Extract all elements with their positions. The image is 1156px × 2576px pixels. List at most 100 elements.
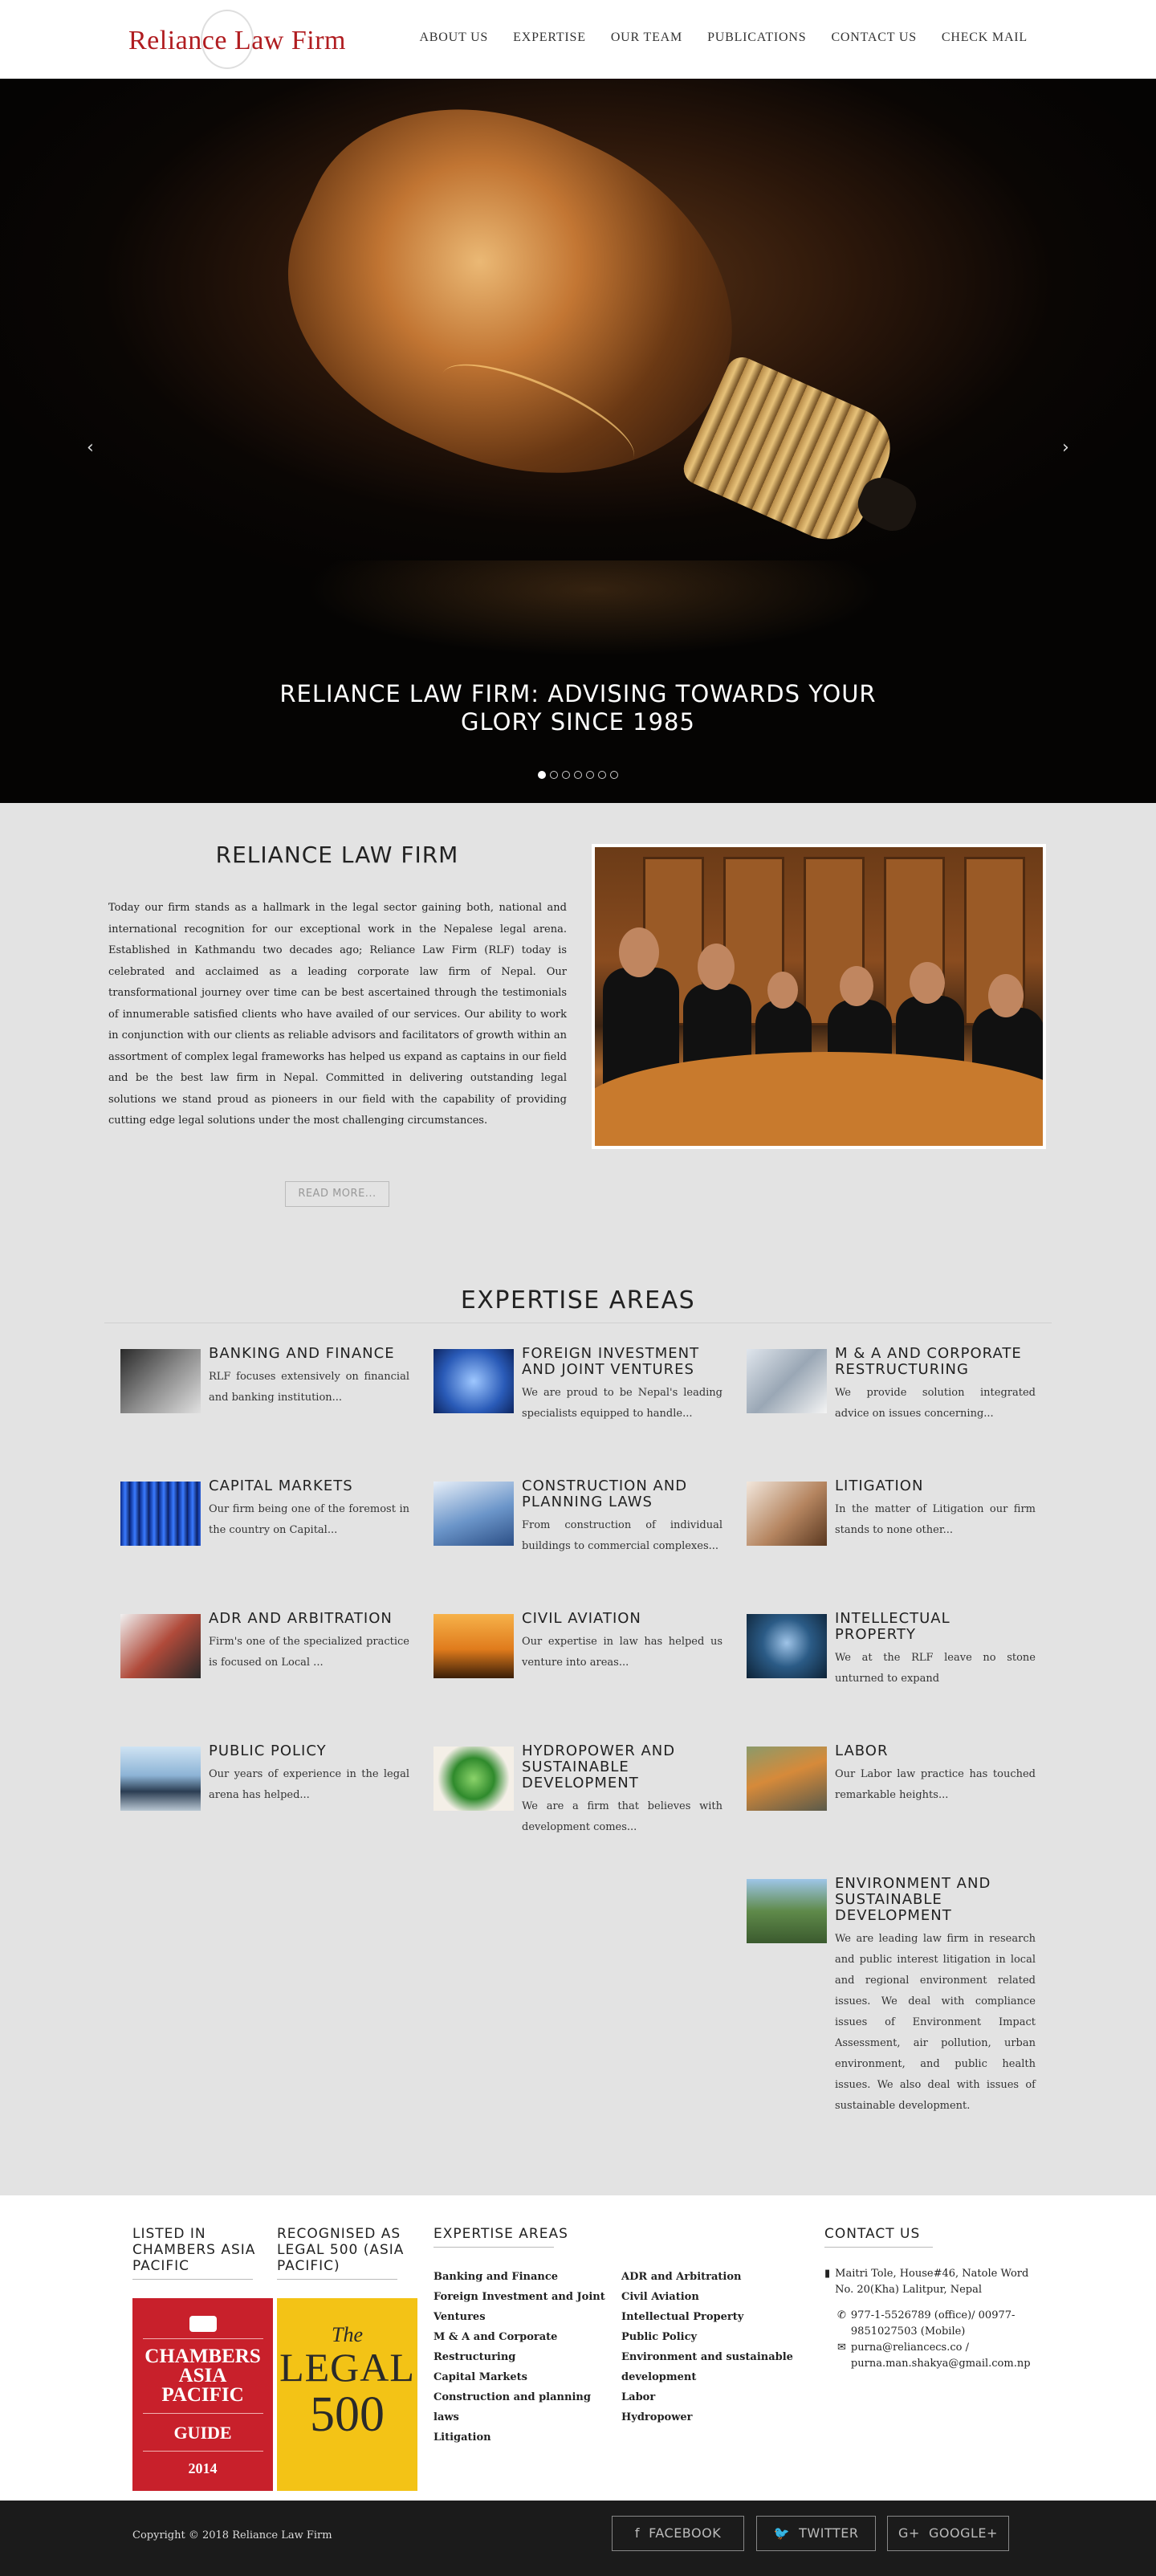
facebook-label: FACEBOOK bbox=[649, 2525, 722, 2541]
slider-dot[interactable] bbox=[562, 771, 570, 779]
footer-expertise-col1: Banking and Finance Foreign Investment a… bbox=[434, 2267, 614, 2448]
m-and-a-image bbox=[747, 1349, 827, 1413]
facebook-icon: f bbox=[634, 2525, 640, 2541]
nav-our-team[interactable]: OUR TEAM bbox=[611, 31, 682, 45]
legal500-badge-500: 500 bbox=[310, 2387, 385, 2442]
nav-contact-us[interactable]: CONTACT US bbox=[831, 31, 916, 45]
slider-dots bbox=[538, 771, 618, 779]
expertise-card-title[interactable]: HYDROPOWER AND SUSTAINABLE DEVELOPMENT bbox=[522, 1743, 722, 1791]
footer-link[interactable]: Civil Aviation bbox=[621, 2287, 802, 2307]
public-policy-image bbox=[120, 1747, 201, 1811]
footer-link[interactable]: Foreign Investment and Joint Ventures bbox=[434, 2287, 614, 2327]
contact-details: ▮ Maitri Tole, House#46, Natole Word No.… bbox=[824, 2266, 1041, 2372]
expertise-card-title[interactable]: FOREIGN INVESTMENT AND JOINT VENTURES bbox=[522, 1346, 722, 1378]
expertise-card-desc: From construction of individual building… bbox=[522, 1519, 722, 1552]
chambers-badge-line3: PACIFIC bbox=[161, 2384, 244, 2406]
hydropower-image bbox=[434, 1747, 514, 1811]
main-nav: ABOUT US EXPERTISE OUR TEAM PUBLICATIONS… bbox=[419, 31, 1028, 45]
footer-link[interactable]: Hydropower bbox=[621, 2407, 802, 2427]
slider-dot[interactable] bbox=[538, 771, 546, 779]
conference-table bbox=[595, 1052, 1043, 1146]
chambers-badge-guide: GUIDE bbox=[173, 2423, 232, 2443]
chambers-badge-line1: CHAMBERS bbox=[144, 2346, 261, 2367]
footer-link[interactable]: M & A and Corporate Restructuring bbox=[434, 2327, 614, 2367]
slider-next-icon[interactable]: › bbox=[1062, 438, 1069, 458]
contact-email[interactable]: purna@reliancecs.co / purna.man.shakya@g… bbox=[851, 2340, 1041, 2372]
expertise-card-desc: We are a firm that believes with develop… bbox=[522, 1800, 722, 1833]
litigation-image bbox=[747, 1482, 827, 1546]
expertise-card-title[interactable]: INTELLECTUAL PROPERTY bbox=[835, 1611, 1036, 1643]
footer-link[interactable]: Environment and sustainable development bbox=[621, 2347, 802, 2387]
expertise-card-title[interactable]: BANKING AND FINANCE bbox=[209, 1346, 409, 1362]
twitter-icon: 🐦 bbox=[773, 2525, 790, 2541]
expertise-title: EXPERTISE AREAS bbox=[460, 1286, 696, 1314]
slider-prev-icon[interactable]: ‹ bbox=[87, 438, 94, 458]
expertise-card-desc: Our Labor law practice has touched remar… bbox=[835, 1768, 1036, 1801]
google-plus-button[interactable]: G+ GOOGLE+ bbox=[887, 2516, 1009, 2551]
person-head bbox=[910, 962, 945, 1004]
person-head bbox=[988, 974, 1024, 1017]
slider-dot[interactable] bbox=[598, 771, 606, 779]
expertise-card-title[interactable]: CIVIL AVIATION bbox=[522, 1611, 722, 1627]
twitter-label: TWITTER bbox=[799, 2525, 859, 2541]
contact-phone: 977-1-5526789 (office)/ 00977-9851027503… bbox=[850, 2309, 1016, 2338]
slider-dot[interactable] bbox=[574, 771, 582, 779]
contact-heading: CONTACT US bbox=[824, 2226, 921, 2242]
footer-expertise-col2: ADR and Arbitration Civil Aviation Intel… bbox=[621, 2267, 802, 2427]
team-meeting-photo bbox=[592, 844, 1046, 1149]
expertise-card-title[interactable]: PUBLIC POLICY bbox=[209, 1743, 409, 1759]
legal500-badge-the: The bbox=[332, 2323, 363, 2346]
expertise-card-title[interactable]: LABOR bbox=[835, 1743, 1036, 1759]
nav-check-mail[interactable]: CHECK MAIL bbox=[942, 31, 1028, 45]
google-plus-icon: G+ bbox=[898, 2525, 920, 2541]
expertise-card-desc: Firm's one of the specialized practice i… bbox=[209, 1636, 409, 1669]
footer-link[interactable]: ADR and Arbitration bbox=[621, 2267, 802, 2287]
expertise-card-title[interactable]: CAPITAL MARKETS bbox=[209, 1478, 409, 1494]
footer-link[interactable]: Banking and Finance bbox=[434, 2267, 614, 2287]
intellectual-property-image bbox=[747, 1614, 827, 1678]
chambers-badge-line2: ASIA bbox=[178, 2365, 227, 2386]
person-head bbox=[767, 972, 798, 1009]
legal500-badge: The LEGAL 500 bbox=[277, 2298, 417, 2491]
expertise-card-desc: In the matter of Litigation our firm sta… bbox=[835, 1503, 1036, 1536]
footer-link[interactable]: Labor bbox=[621, 2387, 802, 2407]
person-head bbox=[698, 944, 735, 990]
slider-dot[interactable] bbox=[610, 771, 618, 779]
capital-markets-image bbox=[120, 1482, 201, 1546]
site-logo[interactable]: Reliance Law Firm bbox=[128, 10, 345, 72]
site-header: Reliance Law Firm ABOUT US EXPERTISE OUR… bbox=[0, 0, 1156, 79]
expertise-card-title[interactable]: ENVIRONMENT AND SUSTAINABLE DEVELOPMENT bbox=[835, 1876, 1036, 1924]
nav-expertise[interactable]: EXPERTISE bbox=[513, 31, 586, 45]
legal500-heading: RECOGNISED AS LEGAL 500 (ASIA PACIFIC) bbox=[277, 2226, 405, 2274]
chambers-badge: CHAMBERS ASIA PACIFIC GUIDE 2014 bbox=[132, 2298, 273, 2491]
bulb-reflection bbox=[305, 560, 883, 657]
slider-dot[interactable] bbox=[586, 771, 594, 779]
footer-expertise-heading: EXPERTISE AREAS bbox=[434, 2226, 568, 2242]
phone-icon: ✆ bbox=[837, 2309, 846, 2321]
banking-image bbox=[120, 1349, 201, 1413]
construction-image bbox=[434, 1482, 514, 1546]
nav-publications[interactable]: PUBLICATIONS bbox=[707, 31, 806, 45]
expertise-card-title[interactable]: CONSTRUCTION AND PLANNING LAWS bbox=[522, 1478, 722, 1510]
divider bbox=[824, 2247, 933, 2248]
read-more-button[interactable]: READ MORE... bbox=[285, 1181, 389, 1207]
expertise-card-desc: We are leading law firm in research and … bbox=[835, 1933, 1036, 2112]
expertise-card-title[interactable]: LITIGATION bbox=[835, 1478, 1036, 1494]
expertise-card-desc: Our years of experience in the legal are… bbox=[209, 1768, 409, 1801]
facebook-button[interactable]: f FACEBOOK bbox=[612, 2516, 744, 2551]
building-icon: ▮ bbox=[824, 2268, 831, 2280]
hero-caption: RELIANCE LAW FIRM: ADVISING TOWARDS YOUR… bbox=[279, 680, 877, 736]
footer-link[interactable]: Capital Markets bbox=[434, 2367, 614, 2387]
chambers-badge-year: 2014 bbox=[188, 2460, 218, 2476]
expertise-card-title[interactable]: M & A AND CORPORATE RESTRUCTURING bbox=[835, 1346, 1036, 1378]
twitter-button[interactable]: 🐦 TWITTER bbox=[756, 2516, 876, 2551]
footer-link[interactable]: Intellectual Property bbox=[621, 2307, 802, 2327]
footer-link[interactable]: Public Policy bbox=[621, 2327, 802, 2347]
footer-link[interactable]: Construction and planning laws bbox=[434, 2387, 614, 2427]
slider-dot[interactable] bbox=[550, 771, 558, 779]
divider bbox=[434, 2247, 554, 2248]
expertise-card-title[interactable]: ADR AND ARBITRATION bbox=[209, 1611, 409, 1627]
foreign-investment-image bbox=[434, 1349, 514, 1413]
nav-about-us[interactable]: ABOUT US bbox=[419, 31, 488, 45]
footer-link[interactable]: Litigation bbox=[434, 2427, 614, 2448]
